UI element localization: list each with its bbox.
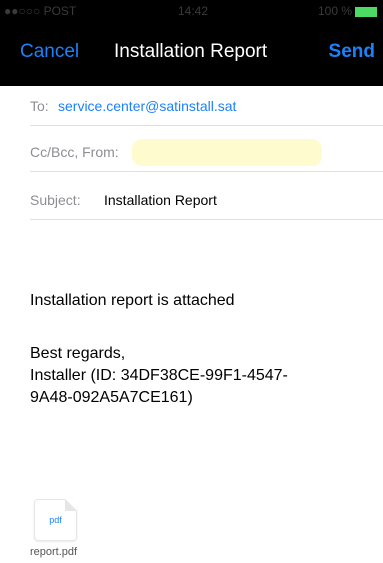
from-field-highlight[interactable] [132,139,322,166]
to-recipient[interactable]: service.center@satinstall.sat [58,98,236,114]
to-label: To: [30,98,49,114]
cancel-button[interactable]: Cancel [20,41,79,63]
battery-icon [355,6,377,17]
pdf-icon-label: pdf [49,515,62,525]
message-body-line[interactable]: Installation report is attached [30,290,235,312]
subject-value[interactable]: Installation Report [104,192,217,208]
message-regards[interactable]: Best regards, [30,343,125,365]
status-time: 14:42 [178,4,209,18]
subject-label: Subject: [30,192,81,208]
battery-percentage: 100 % [317,4,352,18]
message-installer-id[interactable]: Installer (ID: 34DF38CE-99F1-4547- [30,365,288,387]
navigation-bar: Cancel Installation Report Send [0,22,383,86]
page-fold-icon [65,499,77,511]
cc-bcc-from-label: Cc/Bcc, From: [30,144,119,160]
status-bar: ●●○○○ POST 14:42 100 % [0,0,383,22]
cc-bcc-from-field[interactable]: Cc/Bcc, From: [30,132,383,172]
pdf-file-icon[interactable]: pdf [34,499,77,541]
page-title: Installation Report [114,41,268,62]
carrier-signal: ●●○○○ POST [4,4,77,18]
subject-field[interactable]: Subject: Installation Report [30,180,383,220]
message-installer-id-continued[interactable]: 9A48-092A5A7CE161) [30,387,193,409]
battery-status: 100 % [318,4,377,18]
attachment-name[interactable]: report.pdf [30,546,77,558]
to-field[interactable]: To: service.center@satinstall.sat [30,86,383,126]
send-button[interactable]: Send [329,41,375,63]
